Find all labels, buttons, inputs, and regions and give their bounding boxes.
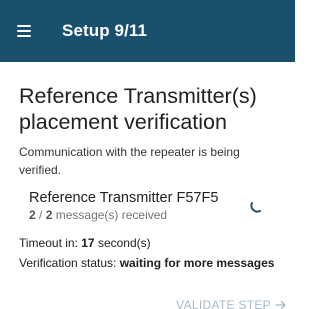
- validate-step-button[interactable]: VALIDATE STEP: [176, 298, 287, 309]
- verification-value: waiting for more messages: [119, 256, 275, 270]
- validate-step-label: VALIDATE STEP: [176, 298, 271, 309]
- count-separator: /: [35, 208, 46, 222]
- hamburger-menu-icon[interactable]: [17, 23, 37, 39]
- message-count: 2 / 2 message(s) received: [29, 208, 279, 223]
- count-suffix: message(s) received: [52, 208, 168, 222]
- timeout-value: 17: [81, 236, 95, 250]
- page-title: Reference Transmitter(s) placement verif…: [19, 84, 257, 134]
- loading-spinner-icon: [250, 202, 261, 213]
- app-bar-title: Setup 9/11: [62, 21, 148, 40]
- timeout-line: Timeout in: 17 second(s): [19, 235, 151, 251]
- transmitter-name: Reference Transmitter F57F5: [29, 190, 219, 206]
- verification-label: Verification status:: [19, 256, 120, 270]
- verification-status-line: Verification status: waiting for more me…: [19, 255, 274, 271]
- timeout-unit: second(s): [94, 236, 151, 250]
- main-content: Reference Transmitter(s) placement verif…: [0, 62, 295, 309]
- timeout-label: Timeout in:: [19, 236, 82, 250]
- received-count: 2: [29, 208, 36, 222]
- app-bar: Setup 9/11: [0, 0, 295, 62]
- transmitter-item: Reference Transmitter F57F5 2 / 2 messag…: [29, 190, 279, 230]
- page-description: Communication with the repeater is being…: [19, 145, 240, 177]
- arrow-right-icon: [275, 300, 286, 309]
